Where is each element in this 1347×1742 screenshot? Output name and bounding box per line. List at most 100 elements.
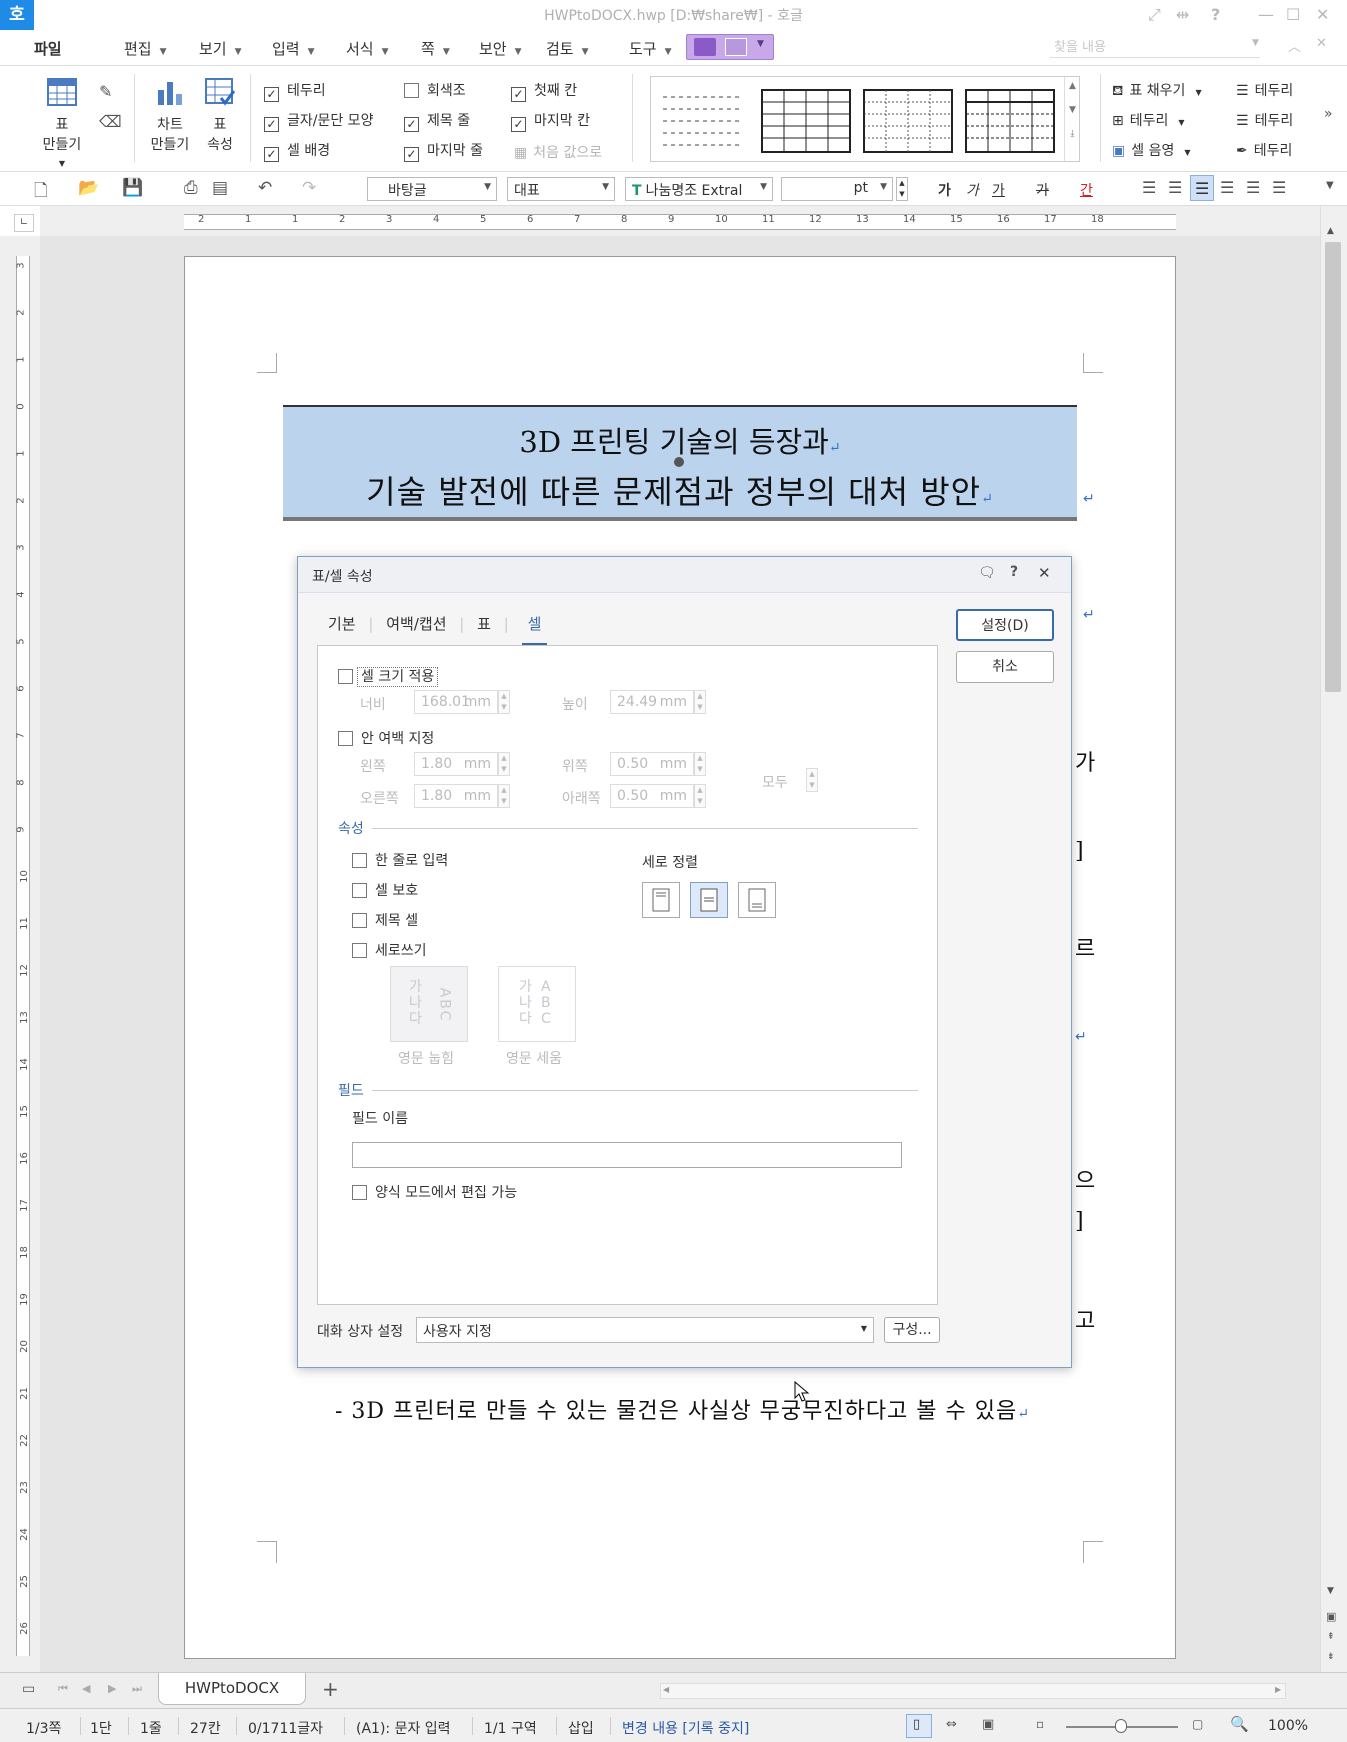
preview-icon[interactable]: ▤ [212,178,228,198]
close-icon[interactable]: ✕ [1316,5,1329,24]
underline-button[interactable]: 가 [992,180,1005,200]
style-mixed-thumb[interactable] [965,89,1055,153]
bottom-spinner[interactable]: ▲ ▼ [694,784,706,808]
style-select[interactable]: 바탕글 ▼ [367,177,497,201]
table-design-icon[interactable] [694,38,716,56]
status-insert[interactable]: 삽입 [568,1718,594,1738]
ribbon-more-icon[interactable]: » [1324,106,1333,122]
height-input[interactable]: 24.49 mm [610,690,694,714]
cell-size-checkbox[interactable]: 셀 크기 적용 [338,666,439,687]
ribbon-checkbox[interactable]: ✓ 셀 배경 [264,140,330,162]
all-spinner[interactable]: ▲ ▼ [806,768,818,792]
toolbar-more-icon[interactable]: ▼ [1326,180,1334,191]
open-icon[interactable]: 📂 [78,178,99,198]
prev-page-icon[interactable]: ⇞ [1327,1632,1335,1642]
tab-basic[interactable]: 기본 [328,615,356,633]
eng-stand-option[interactable]: 가나다 ABC [498,966,576,1042]
zoom-thumb[interactable] [1115,1719,1127,1733]
border-color-button[interactable]: ✒ 테두리 [1236,140,1292,160]
inner-margin-checkbox[interactable]: 안 여백 지정 [338,728,434,748]
italic-button[interactable]: 가 [966,180,979,200]
align-left-icon[interactable]: ☰ [1168,178,1182,197]
chart-make-button[interactable]: 차트 만들기 [148,78,192,158]
scroll-up-icon[interactable]: ▲ [1327,226,1334,236]
menu-item[interactable]: 검토 ▼ [546,38,589,59]
new-doc-icon[interactable]: 🗋 [34,178,48,207]
left-margin-input[interactable]: 1.80 mm [414,752,498,776]
cancel-button[interactable]: 취소 [956,651,1054,683]
right-margin-input[interactable]: 1.80 mm [414,784,498,808]
align-center-button[interactable]: ☰ [1190,175,1214,201]
ribbon-checkbox[interactable]: 회색조 [404,80,466,100]
eng-lay-option[interactable]: 가나다 ABC [390,966,468,1042]
collapse-ribbon-icon[interactable]: ︿ [1288,36,1301,55]
border-button[interactable]: ⊞ 테두리 ▼ [1112,110,1185,130]
dialog-setting-select[interactable]: 사용자 지정 ▼ [416,1317,874,1343]
table-layout-icon[interactable] [725,38,747,56]
left-spinner[interactable]: ▲ ▼ [498,752,510,776]
last-tab-icon[interactable]: ⏭ [132,1682,142,1696]
maximize-icon[interactable]: ☐ [1286,5,1300,24]
divide-icon[interactable]: ☰ [1272,178,1286,197]
layout-icon[interactable]: ▭ [22,1681,35,1697]
cell-protect-checkbox[interactable]: 셀 보호 [352,880,418,900]
scroll-down-icon[interactable]: ▼ [1327,1586,1334,1596]
view-normal-button[interactable]: ▯ [906,1714,932,1738]
menu-item[interactable]: 보기 ▼ [199,38,242,59]
style-grid-thumb[interactable] [761,89,851,153]
vertical-write-checkbox[interactable]: 세로쓰기 [352,940,427,960]
compose-button[interactable]: 구성... [884,1317,940,1343]
fullscreen-icon[interactable]: ⤢ [1148,5,1161,25]
view-width-icon[interactable]: ⇔ [946,1717,957,1732]
save-icon[interactable]: 💾 [122,178,143,198]
vertical-ruler[interactable]: 3 2 1 0 1 2 3 4 5 6 7 8 9 10 11 12 13 14 15 16 17 18 19 20 21 22 2… [0,236,40,1672]
width-input[interactable]: 168.01 mm [414,690,498,714]
minimize-icon[interactable]: — [1258,5,1274,24]
add-tab-button[interactable]: + [322,1677,339,1701]
next-page-icon[interactable]: ⇟ [1327,1652,1335,1662]
table-fill-button[interactable]: ⛾ 표 채우기 ▼ [1112,80,1202,101]
doc-tab[interactable]: HWPtoDOCX [158,1673,306,1705]
gallery-scroll[interactable]: ▲ ▼ ⤓ [1064,77,1080,161]
tab-type-button[interactable]: ∟ [14,214,34,232]
menu-item[interactable]: 보안 ▼ [479,38,522,59]
zoom-out-icon[interactable]: ▫ [1036,1717,1044,1731]
lang-select[interactable]: 대표 ▼ [507,177,615,201]
border-style-button[interactable]: ☰ 테두리 [1236,80,1293,100]
zoom-icon[interactable]: 🔍 [1230,1715,1249,1733]
valign-top-button[interactable] [642,882,680,918]
distribute-icon[interactable]: ☰ [1246,178,1260,197]
table-style-gallery[interactable]: ▲ ▼ ⤓ [650,76,1080,162]
chevron-down-icon[interactable]: ▼ [757,39,764,49]
valign-bottom-button[interactable] [738,882,776,918]
reset-style-button[interactable]: ▦ 처음 값으로 [514,142,602,162]
status-track-changes[interactable]: 변경 내용 [기록 중지] [622,1718,749,1738]
bold-button[interactable]: 가 [938,180,951,200]
redo-icon[interactable]: ↷ [302,178,316,198]
right-spinner[interactable]: ▲ ▼ [498,784,510,808]
ribbon-checkbox[interactable]: ✓ 테두리 [264,80,326,102]
scroll-left-icon[interactable]: ◀ [663,1685,669,1694]
strike-button[interactable]: 가 [1036,180,1049,200]
title-cell-checkbox[interactable]: 제목 셀 [352,910,418,930]
font-size-input[interactable]: pt ▼ [781,177,893,201]
tab-margin-caption[interactable]: 여백/캡션 [386,615,446,633]
height-spinner[interactable]: ▲ ▼ [694,690,706,714]
menu-item[interactable]: 도구 ▼ [629,38,672,59]
field-name-input[interactable] [352,1142,902,1168]
next-tab-icon[interactable]: ▶ [108,1682,116,1695]
bottom-margin-input[interactable]: 0.50 mm [610,784,694,808]
cell-shade-button[interactable]: ▣ 셀 음영 ▼ [1112,140,1190,160]
menu-item[interactable]: 쪽 ▼ [421,38,450,59]
first-tab-icon[interactable]: ⏮ [58,1682,68,1696]
form-edit-checkbox[interactable]: 양식 모드에서 편집 가능 [352,1182,517,1202]
size-spinner[interactable]: ▲ ▼ [896,177,908,201]
tab-cell[interactable]: 셀 [521,615,548,645]
undo-icon[interactable]: ↶ [258,178,272,198]
ok-button[interactable]: 설정(D) [956,609,1054,641]
table-props-button[interactable]: 표 속성 [200,78,240,158]
ribbon-checkbox[interactable]: ✓ 첫째 칸 [511,80,577,102]
draw-table-icon[interactable]: ✎ [99,82,112,101]
font-select[interactable]: T 나눔명조 Extral ▼ [625,177,773,201]
border-width-button[interactable]: ☰ 테두리 [1236,110,1293,130]
